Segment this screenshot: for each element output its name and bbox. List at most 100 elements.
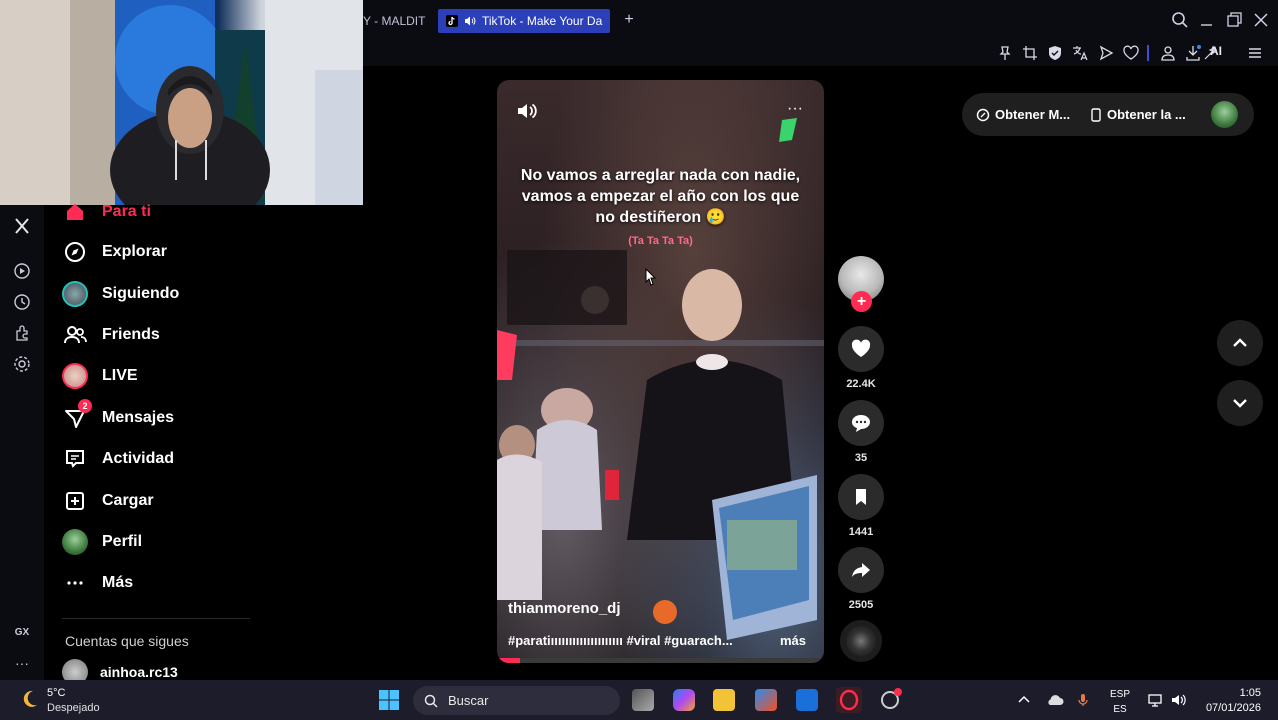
volume-icon[interactable] [1170, 692, 1186, 708]
get-coins-button[interactable]: Obtener M... [976, 107, 1070, 122]
video-author[interactable]: thianmoreno_dj [508, 600, 621, 617]
music-disc[interactable] [840, 620, 882, 662]
previous-video-button[interactable] [1217, 320, 1263, 366]
pill-item-label: Obtener M... [995, 107, 1071, 122]
messages-badge: 2 [78, 399, 92, 413]
share-action[interactable]: 2505 [838, 547, 884, 611]
save-button[interactable] [838, 474, 884, 520]
weather-description[interactable]: Despejado [47, 702, 100, 714]
cloud-icon[interactable] [1045, 692, 1065, 708]
menu-icon[interactable] [1246, 44, 1264, 62]
download-icon[interactable] [1184, 44, 1202, 62]
close-icon[interactable] [1251, 10, 1271, 30]
following-avatar [62, 281, 88, 307]
restore-icon[interactable] [1224, 10, 1244, 30]
extensions-icon[interactable] [12, 323, 32, 343]
chevron-up-icon[interactable] [1016, 692, 1032, 708]
nav-item-mas[interactable]: Más [62, 568, 133, 598]
task-view-icon[interactable] [632, 689, 654, 711]
video-progress-bar[interactable] [497, 658, 824, 663]
activity-icon [62, 446, 88, 472]
account-icon[interactable] [1159, 44, 1177, 62]
crop-icon[interactable] [1021, 44, 1039, 62]
nav-item-mensajes[interactable]: 2 Mensajes [62, 399, 174, 433]
outlook-icon[interactable] [796, 689, 818, 711]
tab-label: TikTok - Make Your Da [482, 14, 603, 28]
taskbar-search[interactable]: Buscar [413, 686, 620, 715]
nav-label: Para ti [102, 203, 151, 220]
like-action[interactable]: 22.4K [838, 326, 884, 390]
gx-label[interactable]: GX [12, 623, 32, 643]
comment-button[interactable] [838, 400, 884, 446]
mouse-cursor-icon [645, 268, 657, 286]
heart-outline-icon[interactable] [1122, 44, 1140, 62]
video-player[interactable]: ··· No vamos a arreglar nada con nadie, … [497, 80, 824, 663]
clock-date[interactable]: 07/01/2026 [1197, 702, 1261, 714]
network-icon[interactable] [1147, 692, 1163, 708]
more-icon [62, 570, 88, 596]
nav-item-friends[interactable]: Friends [62, 320, 160, 350]
video-more-link[interactable]: más [780, 633, 806, 648]
tab-maldito[interactable]: Y - MALDIT [355, 9, 435, 33]
video-sub-caption: (Ta Ta Ta Ta) [628, 235, 693, 247]
user-avatar[interactable] [1211, 101, 1238, 128]
speaker-icon[interactable] [464, 15, 476, 27]
nav-item-actividad[interactable]: Actividad [62, 444, 174, 474]
nav-label: LIVE [102, 367, 138, 384]
home-icon [62, 199, 88, 225]
copilot-icon[interactable] [673, 689, 695, 711]
settings-icon[interactable] [12, 354, 32, 374]
pin-icon[interactable] [996, 44, 1014, 62]
microsoft-store-icon[interactable] [755, 689, 777, 711]
sound-icon[interactable] [516, 100, 538, 122]
send-icon[interactable] [1097, 44, 1115, 62]
new-tab-button[interactable]: + [620, 10, 638, 30]
windows-start-icon[interactable] [378, 689, 400, 711]
clock-time[interactable]: 1:05 [1199, 687, 1261, 699]
nav-item-siguiendo[interactable]: Siguiendo [62, 279, 179, 309]
share-button[interactable] [838, 547, 884, 593]
search-icon [424, 694, 438, 708]
clock-icon[interactable] [12, 292, 32, 312]
comment-action[interactable]: 35 [838, 400, 884, 464]
nav-label: Explorar [102, 243, 167, 260]
weather-temperature[interactable]: 5°C [47, 687, 65, 699]
opera-gx-icon[interactable] [836, 687, 862, 713]
nav-item-para-ti[interactable]: Para ti [62, 197, 151, 227]
nav-item-live[interactable]: LIVE [62, 361, 138, 391]
nav-item-cargar[interactable]: Cargar [62, 486, 154, 516]
more-dots-icon[interactable]: ··· [12, 653, 32, 673]
file-explorer-icon[interactable] [713, 689, 735, 711]
like-button[interactable] [838, 326, 884, 372]
nav-item-perfil[interactable]: Perfil [62, 527, 142, 557]
follow-plus-button[interactable]: + [851, 291, 872, 312]
microphone-icon[interactable] [1075, 692, 1091, 708]
tab-tiktok[interactable]: TikTok - Make Your Da [438, 9, 610, 33]
live-avatar [62, 363, 88, 389]
tiktok-nav: Para ti Explorar Siguiendo Friends LIVE … [44, 203, 294, 685]
play-circle-icon[interactable] [12, 261, 32, 281]
comment-count: 35 [854, 452, 868, 464]
next-video-button[interactable] [1217, 380, 1263, 426]
nav-item-explorar[interactable]: Explorar [62, 237, 167, 267]
phone-icon [1091, 107, 1101, 122]
upload-icon [62, 488, 88, 514]
chevron-down-icon [1233, 399, 1247, 408]
shield-icon[interactable] [1046, 44, 1064, 62]
language-indicator[interactable]: ESP [1107, 689, 1133, 700]
x-icon[interactable] [12, 216, 32, 236]
save-action[interactable]: 1441 [838, 474, 884, 538]
video-progress-fill [497, 658, 520, 663]
translate-icon[interactable] [1071, 44, 1089, 62]
minimize-icon[interactable] [1197, 10, 1217, 30]
like-count: 22.4K [846, 378, 876, 390]
video-options-icon[interactable]: ··· [787, 100, 803, 118]
video-hashtags[interactable]: #paratiıııııııııııııııııııı #viral #guar… [508, 633, 770, 648]
search-icon[interactable] [1170, 10, 1190, 30]
following-user-name: ainhoa.rc13 [100, 664, 178, 680]
get-app-button[interactable]: Obtener la ... [1090, 107, 1186, 122]
ai-label[interactable]: AI [1210, 44, 1222, 58]
opera-app-icon[interactable] [878, 688, 902, 712]
moon-weather-icon[interactable] [18, 688, 40, 710]
tiktok-icon [446, 15, 458, 27]
